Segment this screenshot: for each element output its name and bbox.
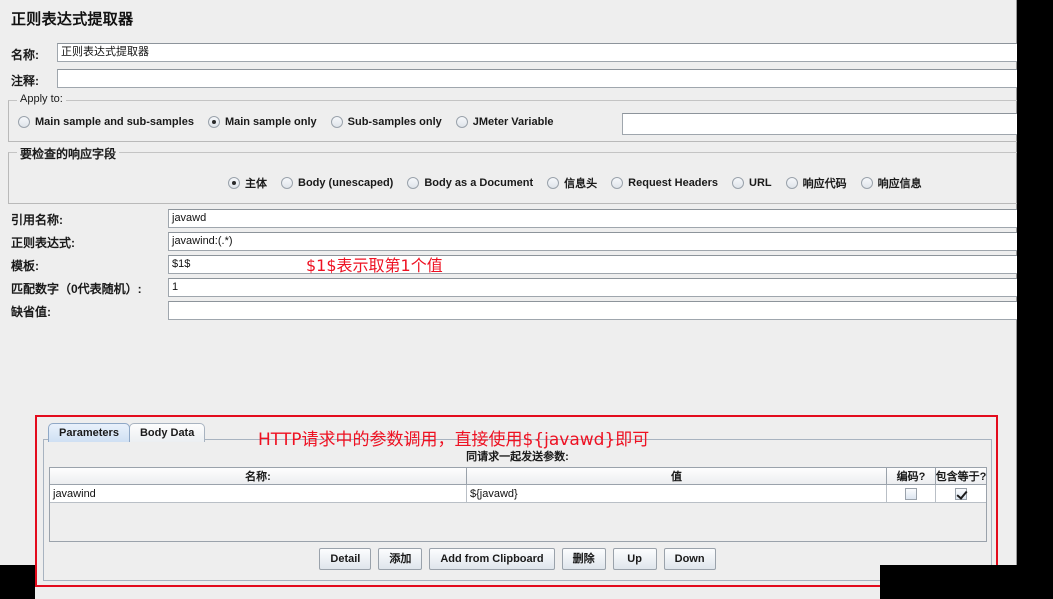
up-button[interactable]: Up	[612, 548, 657, 570]
column-header-name: 名称:	[50, 468, 467, 485]
column-header-include-equals: 包含等于?	[936, 468, 986, 485]
radio-dot-icon	[547, 177, 560, 189]
radio-label: Sub-samples only	[347, 116, 442, 128]
tab-body-data[interactable]: Body Data	[128, 423, 206, 442]
radio-label: Body (unescaped)	[298, 177, 394, 189]
table-header-row: 名称: 值 编码? 包含等于?	[50, 468, 986, 485]
screenshot-root: 正则表达式提取器 名称: 正则表达式提取器 注释: Apply to: Main…	[0, 0, 1053, 599]
radio-label: URL	[749, 177, 772, 189]
radio-label: Body as a Document	[424, 177, 534, 189]
apply-to-group-title: Apply to:	[17, 93, 66, 105]
radio-dot-icon	[785, 177, 798, 189]
default-value-input[interactable]	[168, 301, 1036, 320]
detail-button[interactable]: Detail	[319, 548, 372, 570]
template-label: 模板:	[11, 259, 39, 273]
radio-label: Request Headers	[628, 177, 719, 189]
reference-name-label: 引用名称:	[11, 213, 63, 227]
add-button[interactable]: 添加	[378, 548, 423, 570]
annotation-http-note: HTTP请求中的参数调用，直接使用${javawd}即可	[258, 430, 650, 450]
radio-response-code[interactable]: 响应代码	[785, 175, 847, 191]
parameters-button-bar: Detail 添加 Add from Clipboard 删除 Up Down	[44, 548, 991, 570]
comment-label: 注释:	[11, 74, 39, 88]
panel-tabs: Parameters Body Data	[48, 423, 206, 442]
http-parameters-panel: Parameters Body Data 同请求一起发送参数: 名称: 值 编码…	[43, 423, 992, 581]
jmeter-variable-input[interactable]	[622, 113, 1036, 135]
radio-label: 响应信息	[877, 178, 922, 190]
regex-label: 正则表达式:	[11, 236, 75, 250]
radio-label: Main sample and sub-samples	[35, 116, 194, 128]
radio-dot-icon	[455, 116, 468, 128]
match-number-label: 匹配数字（0代表随机）:	[11, 282, 142, 296]
match-number-input[interactable]: 1	[168, 278, 1036, 297]
encode-checkbox[interactable]	[905, 487, 917, 500]
radio-body-as-a-document[interactable]: Body as a Document	[407, 177, 533, 189]
response-field-radio-group: 主体 Body (unescaped) Body as a Document 信…	[228, 175, 936, 191]
include-equals-checkbox[interactable]	[955, 487, 967, 500]
radio-main-sample-and-sub-samples[interactable]: Main sample and sub-samples	[18, 116, 194, 128]
delete-button[interactable]: 删除	[561, 548, 606, 570]
default-value-label: 缺省值:	[11, 305, 51, 319]
radio-dot-icon	[281, 177, 293, 189]
reference-name-input[interactable]: javawd	[168, 209, 1036, 228]
radio-body-unescaped[interactable]: Body (unescaped)	[281, 177, 393, 189]
cell-name[interactable]: javawind	[50, 485, 467, 503]
radio-dot-icon	[611, 177, 624, 189]
regex-input[interactable]: javawind:(.*)	[168, 232, 1036, 251]
parameters-table: 名称: 值 编码? 包含等于? javawind ${javawd}	[49, 467, 987, 542]
radio-request-headers[interactable]: Request Headers	[611, 177, 718, 189]
radio-body[interactable]: 主体	[228, 175, 267, 191]
radio-dot-icon	[228, 177, 240, 189]
radio-dot-icon	[330, 116, 343, 128]
radio-label: 信息头	[564, 178, 598, 190]
column-header-encode: 编码?	[887, 468, 936, 485]
occlusion-bar-bottom-right	[880, 565, 1053, 599]
column-header-value: 值	[467, 468, 887, 485]
cell-value[interactable]: ${javawd}	[467, 485, 887, 503]
radio-sub-samples-only[interactable]: Sub-samples only	[330, 116, 442, 128]
regex-extractor-panel: 正则表达式提取器 名称: 正则表达式提取器 注释: Apply to: Main…	[0, 0, 1037, 599]
radio-label: 主体	[245, 178, 267, 190]
radio-dot-icon	[18, 116, 30, 128]
radio-label: JMeter Variable	[472, 116, 554, 128]
radio-jmeter-variable[interactable]: JMeter Variable	[455, 116, 554, 128]
tab-parameters[interactable]: Parameters	[48, 423, 130, 442]
cell-encode[interactable]	[887, 485, 936, 503]
cell-include-equals[interactable]	[936, 485, 986, 503]
down-button[interactable]: Down	[663, 548, 716, 570]
radio-dot-icon	[732, 177, 745, 189]
template-input[interactable]: $1$	[168, 255, 1036, 274]
radio-dot-icon	[407, 177, 420, 189]
radio-dot-icon	[860, 177, 873, 189]
parameters-table-caption: 同请求一起发送参数:	[466, 451, 569, 463]
radio-url[interactable]: URL	[732, 177, 772, 189]
page-title: 正则表达式提取器	[11, 11, 134, 28]
radio-response-headers[interactable]: 信息头	[547, 175, 597, 191]
name-input[interactable]: 正则表达式提取器	[57, 43, 1036, 62]
table-empty-area	[50, 503, 986, 541]
add-from-clipboard-button[interactable]: Add from Clipboard	[429, 548, 555, 570]
occlusion-bar-right	[1017, 0, 1053, 599]
comment-input[interactable]	[57, 69, 1036, 88]
name-label: 名称:	[11, 48, 39, 62]
occlusion-bar-bottom-left	[0, 565, 35, 599]
table-row[interactable]: javawind ${javawd}	[50, 485, 986, 503]
annotation-template-note: $1$表示取第1个值	[306, 256, 443, 275]
radio-label: Main sample only	[224, 116, 317, 128]
radio-dot-icon	[207, 116, 220, 128]
radio-response-message[interactable]: 响应信息	[860, 175, 922, 191]
apply-to-radio-group: Main sample and sub-samples Main sample …	[18, 116, 568, 128]
response-field-group-title: 要检查的响应字段	[17, 145, 120, 162]
radio-label: 响应代码	[802, 178, 847, 190]
radio-main-sample-only[interactable]: Main sample only	[207, 116, 317, 128]
